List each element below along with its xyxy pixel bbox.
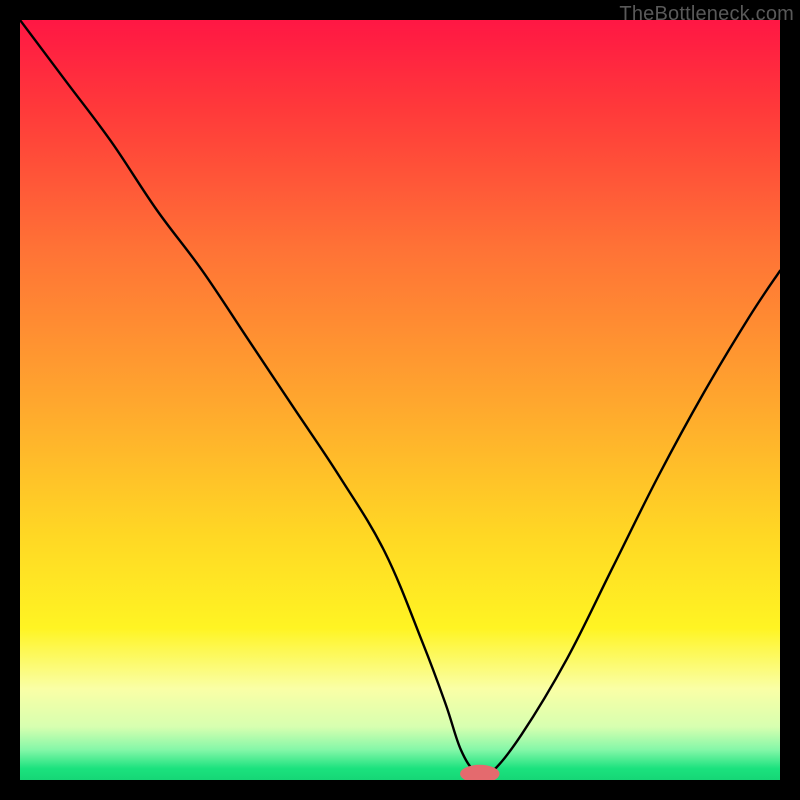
plot-area	[20, 20, 780, 780]
chart-svg	[20, 20, 780, 780]
gradient-background	[20, 20, 780, 780]
chart-frame: TheBottleneck.com	[0, 0, 800, 800]
